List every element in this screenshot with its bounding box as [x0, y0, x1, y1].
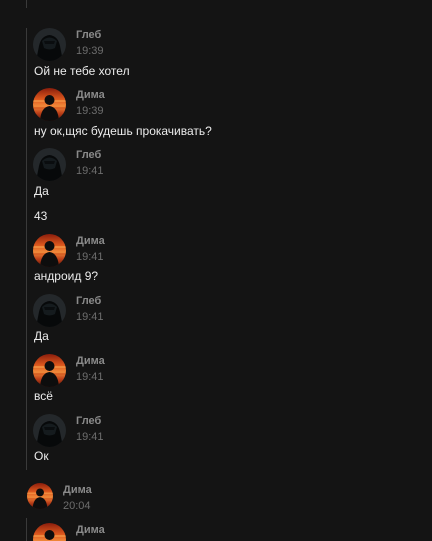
thread-line	[26, 28, 27, 470]
avatar-dima[interactable]	[33, 88, 66, 121]
thread-line	[26, 0, 27, 8]
message-timestamp: 19:39	[76, 105, 104, 117]
message-timestamp: 19:41	[76, 251, 104, 263]
message-author[interactable]: Глеб	[76, 29, 101, 41]
message-timestamp: 19:41	[76, 311, 104, 323]
avatar-gleb[interactable]	[33, 148, 66, 181]
avatar-dima[interactable]	[33, 354, 66, 387]
message-author[interactable]: Дима	[63, 484, 92, 496]
message-author[interactable]: Дима	[76, 235, 105, 247]
message-author[interactable]: Глеб	[76, 149, 101, 161]
chat-thread: Глеб 19:39 Ой не тебе хотел Дима 19:39 ну ок,…	[0, 0, 432, 541]
message-timestamp: 19:39	[76, 45, 104, 57]
avatar-dima[interactable]	[33, 234, 66, 267]
message-text: Да	[34, 329, 49, 343]
message-timestamp: 20:04	[63, 500, 91, 512]
message-author[interactable]: Дима	[76, 89, 105, 101]
message-text: Да	[34, 184, 49, 198]
thread-line	[26, 518, 27, 541]
message-text: 43	[34, 209, 48, 223]
message-timestamp: 19:41	[76, 165, 104, 177]
avatar-gleb[interactable]	[33, 28, 66, 61]
message-author[interactable]: Глеб	[76, 415, 101, 427]
message-text: Ок	[34, 449, 49, 463]
message-author[interactable]: Дима	[76, 355, 105, 367]
message-author[interactable]: Глеб	[76, 295, 101, 307]
message-author[interactable]: Дима	[76, 524, 105, 536]
message-text: Ой не тебе хотел	[34, 64, 130, 78]
message-text: андроид 9?	[34, 269, 99, 283]
message-text: всё	[34, 389, 53, 403]
avatar-dima[interactable]	[33, 523, 66, 541]
message-timestamp: 19:41	[76, 431, 104, 443]
avatar-gleb[interactable]	[33, 294, 66, 327]
message-timestamp: 19:41	[76, 371, 104, 383]
avatar-dima[interactable]	[27, 483, 53, 509]
avatar-gleb[interactable]	[33, 414, 66, 447]
message-text: ну ок,щяс будешь прокачивать?	[34, 124, 212, 138]
